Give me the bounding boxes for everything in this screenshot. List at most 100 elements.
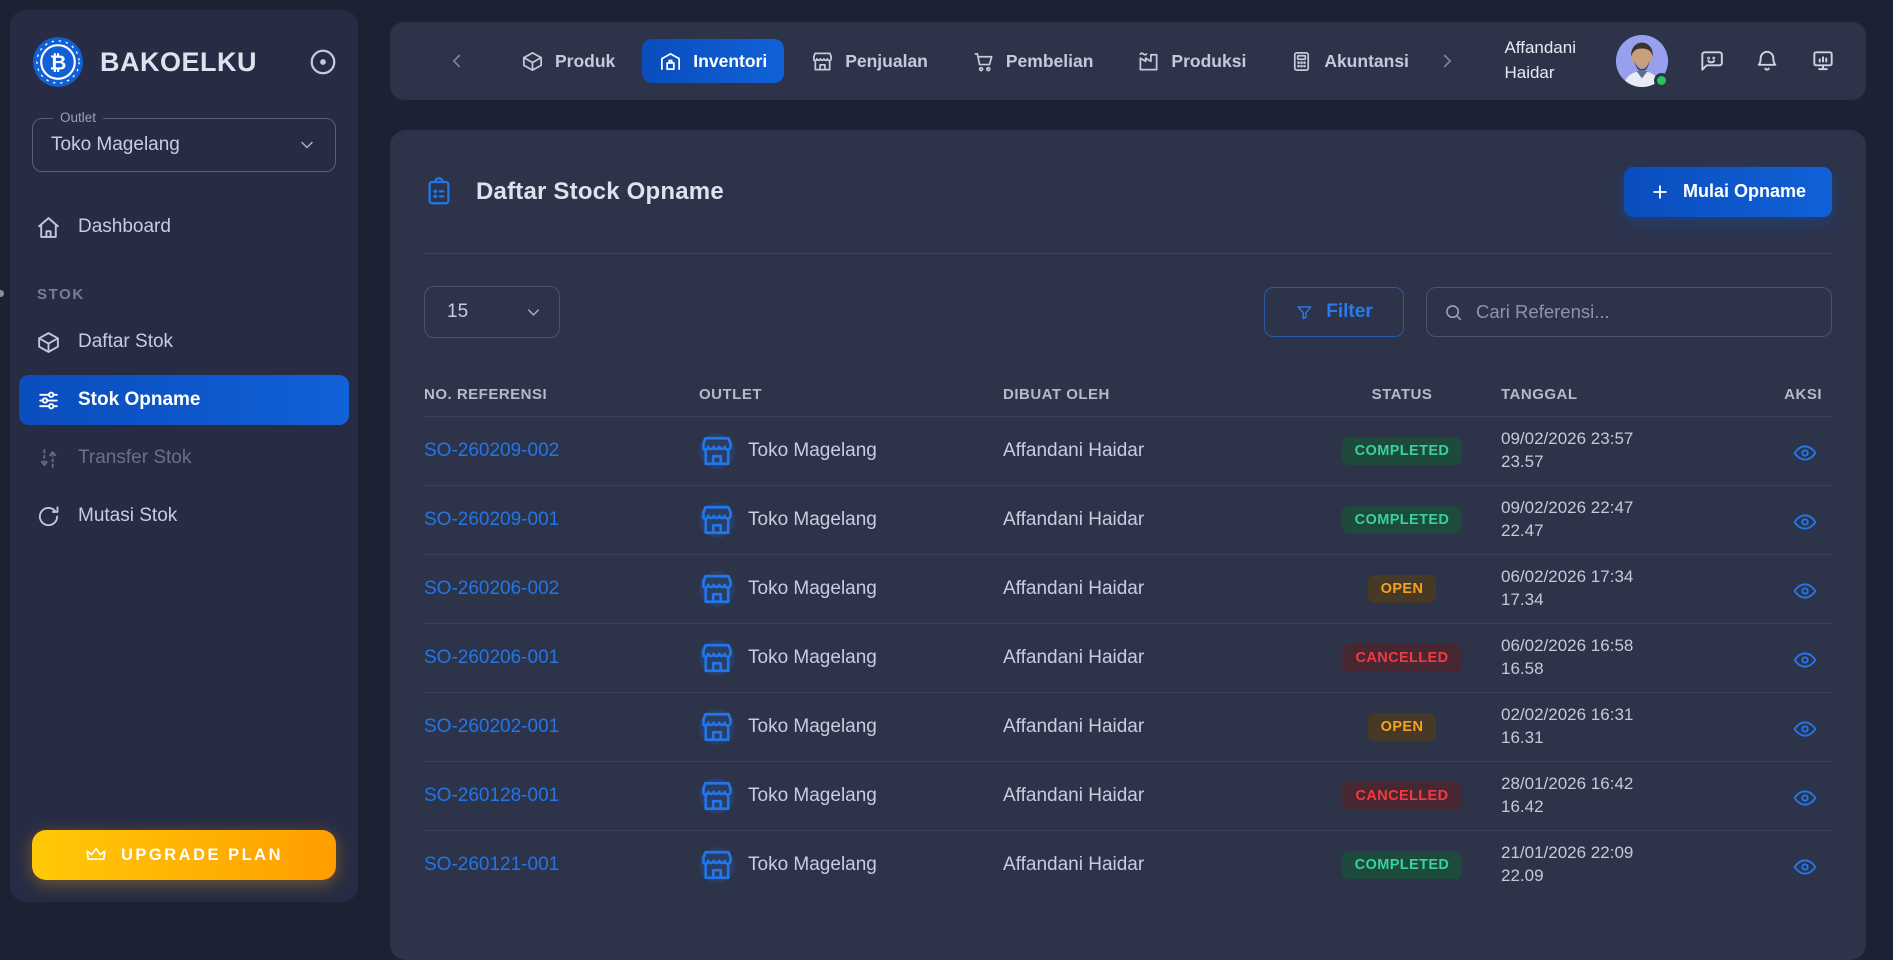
chevron-right-icon[interactable] — [1436, 50, 1458, 72]
tab-penjualan[interactable]: Penjualan — [794, 39, 945, 83]
outlet-selector[interactable]: Outlet Toko Magelang — [32, 110, 336, 172]
search-box — [1426, 287, 1832, 337]
column-header: DIBUAT OLEH — [1003, 385, 1110, 403]
eye-icon — [1793, 859, 1817, 875]
time-value: 16.31 — [1501, 728, 1544, 747]
view-detail-button[interactable] — [1792, 509, 1818, 531]
tab-pembelian[interactable]: Pembelian — [955, 39, 1111, 83]
reference-link[interactable]: SO-260209-001 — [424, 509, 559, 530]
mulai-opname-button[interactable]: Mulai Opname — [1623, 166, 1832, 217]
top-nav: Produk Inventori Penjualan Pembelian Pro… — [504, 39, 1426, 83]
chat-icon[interactable] — [1698, 48, 1724, 74]
search-icon — [1446, 304, 1462, 320]
sidebar-collapse-button[interactable] — [308, 47, 338, 77]
calculator-icon — [1294, 51, 1310, 71]
page-size-select[interactable]: 15 — [424, 286, 560, 338]
brand: ₿ BAKOELKU — [10, 36, 358, 88]
eye-icon — [1793, 721, 1817, 737]
table-header: NO. REFERENSI OUTLET DIBUAT OLEH STATUS … — [424, 372, 1832, 416]
user-name: Affandani Haidar — [1504, 38, 1576, 82]
view-detail-button[interactable] — [1792, 647, 1818, 669]
sidebar-item-mutasi-stok[interactable]: Mutasi Stok — [19, 491, 349, 541]
store-icon — [699, 640, 735, 676]
table-controls: 15 Filter — [424, 286, 1832, 338]
created-by: Affandani Haidar — [1003, 716, 1145, 737]
table-row: SO-260206-001 Toko Magelang Affandani Ha… — [424, 623, 1832, 692]
sidebar-item-daftar-stok[interactable]: Daftar Stok — [19, 317, 349, 367]
stock-opname-card: Daftar Stock Opname Mulai Opname 15 Filt… — [390, 130, 1866, 960]
outlet-value: Toko Magelang — [51, 134, 180, 155]
date-cell: 09/02/2026 22:47 22.47 — [1501, 497, 1763, 543]
cart-icon — [974, 52, 993, 71]
date-value: 06/02/2026 16:58 — [1501, 636, 1634, 656]
table-row: SO-260128-001 Toko Magelang Affandani Ha… — [424, 761, 1832, 830]
table-row: SO-260202-001 Toko Magelang Affandani Ha… — [424, 692, 1832, 761]
tab-produk[interactable]: Produk — [504, 39, 632, 83]
sidebar-section-stok: STOK — [0, 286, 358, 303]
view-detail-button[interactable] — [1792, 716, 1818, 738]
table-body: SO-260209-002 Toko Magelang Affandani Ha… — [424, 416, 1832, 899]
sidebar-item-transfer-stok[interactable]: Transfer Stok — [19, 433, 349, 483]
reference-link[interactable]: SO-260202-001 — [424, 716, 559, 737]
eye-icon — [1793, 514, 1817, 530]
outlet-name: Toko Magelang — [748, 440, 877, 461]
reference-link[interactable]: SO-260206-001 — [424, 647, 559, 668]
outlet-name: Toko Magelang — [748, 854, 877, 875]
page-title: Daftar Stock Opname — [476, 177, 724, 205]
sidebar-item-label: Transfer Stok — [78, 447, 192, 468]
view-detail-button[interactable] — [1792, 578, 1818, 600]
date-cell: 06/02/2026 16:58 16.58 — [1501, 635, 1763, 681]
outlet-cell: Toko Magelang — [699, 640, 1003, 676]
date-value: 21/01/2026 22:09 — [1501, 843, 1634, 863]
created-by: Affandani Haidar — [1003, 647, 1145, 668]
pos-monitor-icon[interactable] — [1810, 48, 1836, 74]
table-row: SO-260206-002 Toko Magelang Affandani Ha… — [424, 554, 1832, 623]
outlet-name: Toko Magelang — [748, 578, 877, 599]
time-value: 22.09 — [1501, 866, 1544, 885]
sidebar: ₿ BAKOELKU Outlet Toko Magelang Dashboar… — [0, 10, 358, 902]
chevron-left-icon[interactable] — [446, 50, 468, 72]
tab-inventori[interactable]: Inventori — [642, 39, 785, 83]
tab-produksi[interactable]: Produksi — [1120, 39, 1263, 83]
clipboard-icon — [428, 176, 450, 204]
reference-link[interactable]: SO-260206-002 — [424, 578, 559, 599]
tab-akuntansi[interactable]: Akuntansi — [1273, 39, 1426, 83]
factory-icon — [1139, 52, 1158, 71]
date-value: 09/02/2026 22:47 — [1501, 498, 1634, 518]
reference-link[interactable]: SO-260121-001 — [424, 854, 559, 875]
sidebar-item-label: Daftar Stok — [78, 331, 174, 352]
sidebar-nav: Dashboard STOK Daftar Stok Stok Opname T… — [0, 202, 358, 541]
reference-link[interactable]: SO-260128-001 — [424, 785, 559, 806]
view-detail-button[interactable] — [1792, 785, 1818, 807]
bell-icon[interactable] — [1754, 48, 1780, 74]
sidebar-item-dashboard[interactable]: Dashboard — [19, 202, 349, 252]
user-avatar[interactable] — [1616, 35, 1669, 88]
date-cell: 21/01/2026 22:09 22.09 — [1501, 842, 1763, 888]
view-detail-button[interactable] — [1792, 854, 1818, 876]
search-input[interactable] — [1476, 301, 1815, 323]
created-by: Affandani Haidar — [1003, 509, 1145, 530]
upgrade-plan-button[interactable]: UPGRADE PLAN — [32, 830, 336, 880]
store-icon — [699, 847, 735, 883]
outlet-name: Toko Magelang — [748, 647, 877, 668]
cube-icon — [523, 51, 542, 71]
home-icon — [38, 216, 59, 238]
card-header: Daftar Stock Opname Mulai Opname — [424, 130, 1832, 254]
brand-name: BAKOELKU — [100, 46, 257, 77]
created-by: Affandani Haidar — [1003, 785, 1145, 806]
date-cell: 06/02/2026 17:34 17.34 — [1501, 566, 1763, 612]
eye-icon — [1793, 445, 1817, 461]
date-value: 06/02/2026 17:34 — [1501, 567, 1634, 587]
section-bullet — [0, 290, 4, 297]
sidebar-item-stok-opname[interactable]: Stok Opname — [19, 375, 349, 425]
date-cell: 28/01/2026 16:42 16.42 — [1501, 773, 1763, 819]
column-header: TANGGAL — [1501, 385, 1578, 403]
eye-icon — [1793, 583, 1817, 599]
store-icon — [699, 571, 735, 607]
chevron-down-icon — [528, 308, 539, 316]
created-by: Affandani Haidar — [1003, 854, 1145, 875]
view-detail-button[interactable] — [1792, 440, 1818, 462]
date-cell: 09/02/2026 23:57 23.57 — [1501, 428, 1763, 474]
reference-link[interactable]: SO-260209-002 — [424, 440, 559, 461]
filter-button[interactable]: Filter — [1264, 287, 1404, 337]
